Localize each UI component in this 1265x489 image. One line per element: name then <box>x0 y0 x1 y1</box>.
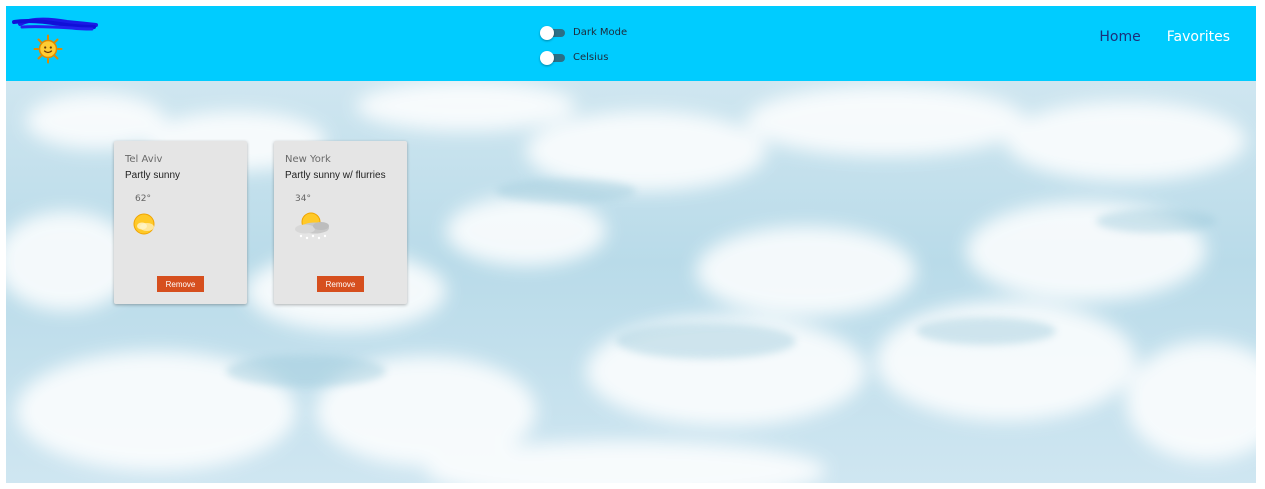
celsius-label: Celsius <box>573 52 609 63</box>
favorite-card-new-york[interactable]: New York Partly sunny w/ flurries 34° Re… <box>274 141 407 304</box>
favorite-card-tel-aviv[interactable]: Tel Aviv Partly sunny 62° Remove <box>114 141 247 304</box>
card-condition: Partly sunny <box>125 170 181 181</box>
card-city: Tel Aviv <box>125 154 163 165</box>
switch-knob <box>540 25 554 40</box>
card-temperature: 34° <box>295 194 311 204</box>
card-city: New York <box>285 154 331 165</box>
settings-toggles: Dark Mode Celsius <box>540 20 627 70</box>
dark-mode-label: Dark Mode <box>573 27 628 38</box>
redaction-scribble <box>12 17 98 31</box>
main-nav: Home Favorites <box>1073 29 1230 45</box>
dark-mode-switch[interactable] <box>540 25 565 40</box>
partly-sunny-icon <box>133 213 155 235</box>
dark-mode-toggle-row: Dark Mode <box>540 20 627 45</box>
remove-button[interactable]: Remove <box>317 276 364 292</box>
remove-button[interactable]: Remove <box>157 276 204 292</box>
celsius-switch[interactable] <box>540 50 565 65</box>
switch-knob <box>540 50 554 65</box>
sun-icon <box>33 34 63 64</box>
nav-home-link[interactable]: Home <box>1099 29 1140 45</box>
app-frame: Dark Mode Celsius Home Favorites Tel Avi… <box>6 6 1256 483</box>
nav-favorites-link[interactable]: Favorites <box>1167 29 1230 45</box>
header-bar: Dark Mode Celsius Home Favorites <box>6 6 1256 81</box>
sky-background: Tel Aviv Partly sunny 62° Remove New Yor… <box>6 81 1256 483</box>
card-condition: Partly sunny w/ flurries <box>285 170 386 181</box>
celsius-toggle-row: Celsius <box>540 45 627 70</box>
card-temperature: 62° <box>135 194 151 204</box>
partly-sunny-flurries-icon <box>295 212 329 240</box>
